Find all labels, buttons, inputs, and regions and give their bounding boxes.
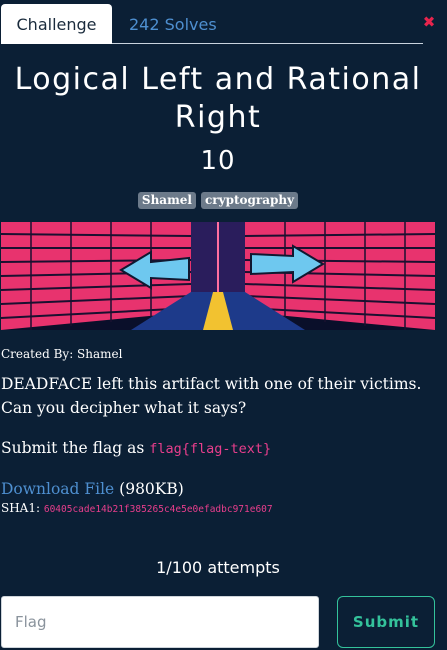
download-line: Download File (980KB) — [1, 477, 184, 501]
sha-label: SHA1: — [1, 501, 44, 515]
flag-input[interactable] — [1, 596, 319, 648]
download-link[interactable]: Download File — [1, 480, 114, 498]
close-icon[interactable]: ✖ — [421, 12, 437, 32]
sha-value: 60405cade14b21f385265c4e5e0efadbc971e607 — [43, 504, 273, 515]
challenge-description: DEADFACE left this artifact with one of … — [1, 375, 422, 417]
challenge-points: 10 — [200, 146, 236, 176]
tag-list: Shamel cryptography — [0, 192, 436, 209]
tab-bar: Challenge 242 Solves — [1, 0, 423, 44]
challenge-image — [1, 222, 435, 330]
submit-prefix: Submit the flag as — [1, 439, 150, 457]
sha-line: SHA1: 60405cade14b21f385265c4e5e0efadbc9… — [1, 499, 273, 519]
attempts-count: 1/100 attempts — [156, 558, 280, 577]
created-by: Created By: Shamel — [1, 347, 123, 361]
tag-author: Shamel — [137, 192, 196, 209]
flag-format: flag{flag-text} — [149, 441, 272, 457]
challenge-title: Logical Left and Rational Right — [14, 62, 422, 135]
tab-challenge[interactable]: Challenge — [1, 4, 112, 44]
submit-instructions: Submit the flag as flag{flag-text} — [1, 436, 271, 461]
submit-button[interactable]: Submit — [337, 596, 435, 648]
tab-solves[interactable]: 242 Solves — [129, 4, 217, 44]
file-size: (980KB) — [114, 480, 184, 498]
tag-category: cryptography — [200, 192, 299, 209]
